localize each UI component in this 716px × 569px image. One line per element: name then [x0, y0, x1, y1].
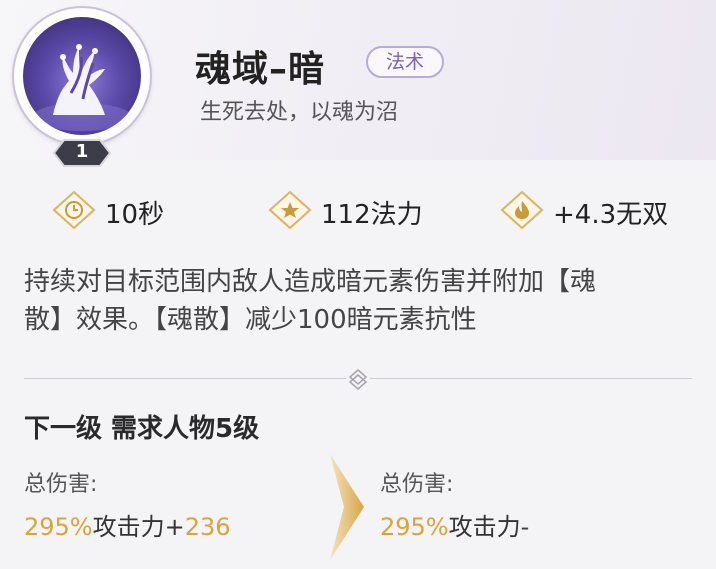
skill-subtitle: 生死去处，以魂为沼 [200, 100, 399, 125]
upgrade-arrow-icon [330, 454, 364, 560]
star-icon [268, 190, 312, 230]
skill-name: 魂域–暗 [195, 49, 326, 90]
current-damage-text: 攻击力+ [92, 513, 185, 541]
current-damage-label: 总伤害: [24, 472, 98, 497]
shadow-hands-icon [32, 44, 132, 131]
next-damage-value: 295%攻击力- [380, 507, 529, 542]
skill-description: 持续对目标范围内敌人造成暗元素伤害并附加【魂 散】效果。【魂散】减少100暗元素… [24, 263, 696, 339]
cooldown-value: 10秒 [105, 200, 165, 230]
mana-value: 112法力 [321, 200, 423, 230]
description-line-1: 持续对目标范围内敌人造成暗元素伤害并附加【魂 [24, 267, 597, 297]
musou-value: +4.3无双 [553, 200, 669, 230]
clock-icon [52, 190, 96, 230]
next-damage-percent: 295% [380, 513, 449, 541]
text-fade-overlay [520, 500, 716, 550]
next-level-title: 下一级 需求人物5级 [24, 414, 260, 444]
divider-diamond-icon [346, 368, 370, 390]
flame-icon [500, 190, 544, 230]
current-damage-value: 295%攻击力+236 [24, 507, 231, 542]
next-damage-text: 攻击力- [448, 513, 530, 541]
skill-level: 1 [75, 141, 89, 162]
current-damage-percent: 295% [24, 513, 93, 541]
next-damage-label: 总伤害: [380, 472, 454, 497]
current-damage-bonus: 236 [184, 513, 231, 541]
description-line-2: 散】效果。【魂散】减少100暗元素抗性 [24, 305, 477, 335]
skill-icon[interactable] [23, 17, 141, 135]
skill-type-tag: 法术 [366, 46, 444, 78]
